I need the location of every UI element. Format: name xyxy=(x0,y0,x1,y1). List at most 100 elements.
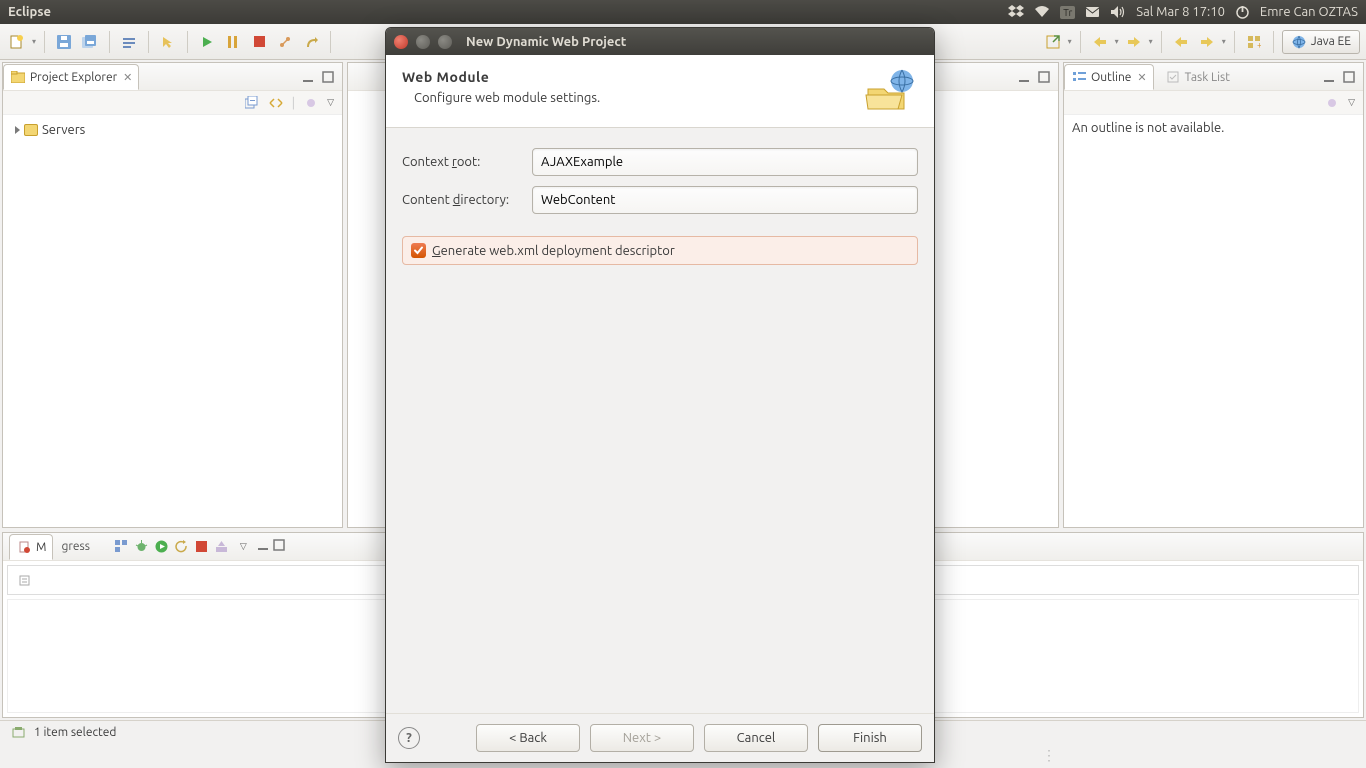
tree-view-icon[interactable] xyxy=(114,539,130,555)
back-button[interactable]: < Back xyxy=(476,724,580,752)
publish-icon2[interactable] xyxy=(214,539,230,555)
next-button: Next > xyxy=(590,724,694,752)
cancel-button[interactable]: Cancel xyxy=(704,724,808,752)
markers-tab[interactable]: M xyxy=(9,534,53,560)
view-menu-icon[interactable]: ▽ xyxy=(327,97,334,108)
maximize-icon[interactable] xyxy=(320,69,336,85)
outline-empty-text: An outline is not available. xyxy=(1072,121,1224,135)
perspective-button[interactable]: Java EE xyxy=(1282,30,1360,54)
nav-back-button[interactable] xyxy=(1089,31,1111,53)
statusbar-text: 1 item selected xyxy=(34,726,116,739)
close-icon[interactable]: ✕ xyxy=(123,71,132,84)
system-user[interactable]: Emre Can OZTAS xyxy=(1260,5,1358,19)
minimize-icon[interactable] xyxy=(257,539,269,554)
run-icon[interactable] xyxy=(154,539,170,555)
focus-task-icon[interactable] xyxy=(1324,95,1340,111)
outline-title: Outline xyxy=(1091,71,1131,84)
system-clock[interactable]: Sal Mar 8 17:10 xyxy=(1136,5,1225,19)
context-root-input[interactable] xyxy=(532,148,918,176)
content-directory-label: Content directory: xyxy=(402,193,522,207)
dialog-window-title: New Dynamic Web Project xyxy=(466,35,626,49)
collapse-all-icon[interactable] xyxy=(244,95,260,111)
save-button[interactable] xyxy=(53,31,75,53)
minimize-icon[interactable] xyxy=(1016,69,1032,85)
dialog-titlebar[interactable]: New Dynamic Web Project xyxy=(386,28,934,55)
system-tray: Tr Sal Mar 8 17:10 Emre Can OZTAS xyxy=(1008,5,1358,20)
outline-tab[interactable]: Outline ✕ xyxy=(1064,64,1154,90)
help-button[interactable]: ? xyxy=(398,727,420,749)
svg-text:+: + xyxy=(1257,40,1261,49)
minimize-icon[interactable] xyxy=(1321,69,1337,85)
generate-webxml-label: Generate web.xml deployment descriptor xyxy=(432,244,675,258)
dialog-banner-icon xyxy=(862,69,918,113)
save-all-button[interactable] xyxy=(79,31,101,53)
checkbox-checked-icon[interactable] xyxy=(411,243,426,258)
outline-body: An outline is not available. xyxy=(1064,115,1363,527)
resize-handle-icon[interactable]: ⋮ xyxy=(1042,747,1056,764)
javaee-perspective-icon xyxy=(1291,34,1307,50)
maximize-icon[interactable] xyxy=(1036,69,1052,85)
stop-icon[interactable] xyxy=(194,539,210,555)
wifi-icon[interactable] xyxy=(1034,5,1050,19)
focus-task-icon[interactable] xyxy=(303,95,319,111)
tasklist-tab[interactable]: Task List xyxy=(1158,64,1237,90)
profile-button[interactable] xyxy=(300,31,322,53)
stop-button[interactable] xyxy=(248,31,270,53)
nav-new-window-button[interactable] xyxy=(1042,31,1064,53)
outline-icon xyxy=(1071,69,1087,85)
project-explorer-body[interactable]: Servers xyxy=(3,115,342,527)
maximize-icon[interactable] xyxy=(1341,69,1357,85)
mail-icon[interactable] xyxy=(1085,5,1100,19)
project-explorer-header: Project Explorer ✕ xyxy=(3,63,342,91)
minimize-icon[interactable] xyxy=(300,69,316,85)
expand-arrow-icon[interactable] xyxy=(15,126,20,134)
power-icon[interactable] xyxy=(1235,5,1250,20)
project-explorer-tab[interactable]: Project Explorer ✕ xyxy=(3,64,139,90)
dialog-body: Context root: Content directory: Generat… xyxy=(386,128,934,713)
dropbox-icon[interactable] xyxy=(1008,5,1024,19)
link-editor-icon[interactable] xyxy=(268,95,284,111)
tasklist-icon xyxy=(1165,69,1181,85)
new-button[interactable] xyxy=(6,31,28,53)
new-dynamic-web-project-dialog: New Dynamic Web Project Web Module Confi… xyxy=(385,27,935,763)
dialog-heading: Web Module xyxy=(402,69,862,85)
open-perspective-button[interactable]: + xyxy=(1243,31,1265,53)
window-close-button[interactable] xyxy=(394,35,408,49)
view-menu-icon[interactable]: ▽ xyxy=(1348,97,1355,108)
status-icon xyxy=(10,725,26,741)
run-button[interactable] xyxy=(196,31,218,53)
context-root-label: Context root: xyxy=(402,155,522,169)
pause-button[interactable] xyxy=(222,31,244,53)
generate-webxml-checkbox-row[interactable]: Generate web.xml deployment descriptor xyxy=(402,236,918,265)
debug-icon[interactable] xyxy=(134,539,150,555)
window-maximize-button[interactable] xyxy=(438,35,452,49)
outline-toolbar: ▽ xyxy=(1064,91,1363,115)
tree-item-label: Servers xyxy=(42,123,85,137)
progress-label-suffix: gress xyxy=(61,540,89,553)
markers-icon xyxy=(16,539,32,555)
dialog-footer: ? < Back Next > Cancel Finish xyxy=(386,713,934,762)
filter-icon[interactable] xyxy=(16,572,32,588)
dialog-header: Web Module Configure web module settings… xyxy=(386,55,934,128)
toggle-breadcrumb-button[interactable] xyxy=(118,31,140,53)
tasklist-title: Task List xyxy=(1185,71,1230,84)
project-explorer-icon xyxy=(10,69,26,85)
system-menubar: Eclipse Tr Sal Mar 8 17:10 Emre Can OZTA… xyxy=(0,0,1366,24)
finish-button[interactable]: Finish xyxy=(818,724,922,752)
publish-button[interactable] xyxy=(274,31,296,53)
project-explorer-title: Project Explorer xyxy=(30,71,117,84)
close-icon[interactable]: ✕ xyxy=(1137,71,1146,84)
restart-icon[interactable] xyxy=(174,539,190,555)
debug-pointer-icon[interactable] xyxy=(157,31,179,53)
maximize-icon[interactable] xyxy=(273,539,285,554)
view-menu-icon[interactable]: ▽ xyxy=(240,541,247,552)
nav-forward-button[interactable] xyxy=(1123,31,1145,53)
window-minimize-button[interactable] xyxy=(416,35,430,49)
history-forward-button[interactable] xyxy=(1196,31,1218,53)
volume-icon[interactable] xyxy=(1110,5,1126,19)
tree-item-servers[interactable]: Servers xyxy=(11,121,334,139)
history-back-button[interactable] xyxy=(1170,31,1192,53)
content-directory-input[interactable] xyxy=(532,186,918,214)
keyboard-layout-indicator[interactable]: Tr xyxy=(1060,6,1075,19)
app-title: Eclipse xyxy=(8,5,1008,19)
